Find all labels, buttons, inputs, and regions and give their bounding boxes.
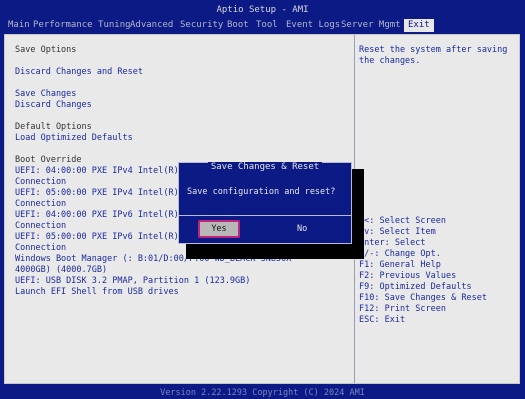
menu-tool[interactable]: Tool [256, 20, 278, 31]
menu-bar: Main Performance Tuning Advanced Securit… [0, 18, 525, 32]
key-help-f10: F10: Save Changes & Reset [359, 293, 487, 303]
section-heading: Save Options [15, 45, 77, 55]
menu-option[interactable]: 4000GB) (4000.7GB) [15, 265, 107, 276]
menu-option[interactable]: Discard Changes [15, 100, 92, 111]
menu-option[interactable]: Connection [15, 243, 66, 254]
dialog-title: Save Changes & Reset [179, 162, 351, 173]
section-heading: Boot Override [15, 155, 82, 165]
header-bar: Aptio Setup - AMI Main Performance Tunin… [0, 0, 525, 34]
key-help-select-item: ^v: Select Item [359, 227, 436, 237]
menu-option[interactable]: Load Optimized Defaults [15, 133, 133, 144]
key-help-f9: F9: Optimized Defaults [359, 282, 472, 292]
menu-performance-tuning[interactable]: Performance Tuning [33, 20, 131, 31]
key-help-f1: F1: General Help [359, 260, 441, 270]
menu-option[interactable]: Save Changes & Reset [15, 56, 117, 67]
menu-boot[interactable]: Boot [227, 20, 249, 31]
save-reset-dialog: Save Changes & Reset Save configuration … [178, 162, 352, 244]
dialog-separator [179, 215, 351, 216]
menu-option[interactable]: Discard Changes and Reset [15, 67, 143, 78]
section-heading: Default Options [15, 122, 92, 132]
no-button[interactable]: No [297, 224, 307, 235]
key-help-f12: F12: Print Screen [359, 304, 446, 314]
menu-advanced[interactable]: Advanced [130, 20, 173, 31]
key-help-select-screen: ><: Select Screen [359, 216, 446, 226]
menu-security[interactable]: Security [180, 20, 223, 31]
menu-event-logs[interactable]: Event Logs [286, 20, 340, 31]
menu-exit[interactable]: Exit [404, 19, 434, 32]
menu-option[interactable]: Save Changes [15, 89, 76, 100]
yes-button[interactable]: Yes [198, 220, 240, 238]
menu-server-mgmt[interactable]: Server Mgmt [341, 20, 401, 31]
menu-option[interactable]: Connection [15, 199, 66, 210]
dialog-title-text: Save Changes & Reset [207, 162, 323, 172]
menu-main[interactable]: Main [8, 20, 30, 31]
version-footer: Version 2.22.1293 Copyright (C) 2024 AMI [160, 388, 365, 398]
key-help-esc: ESC: Exit [359, 315, 406, 325]
menu-option[interactable]: UEFI: USB DISK 3.2 PMAP, Partition 1 (12… [15, 276, 250, 287]
key-help-enter: Enter: Select [359, 238, 426, 248]
app-title: Aptio Setup - AMI [216, 5, 309, 15]
menu-option[interactable]: Launch EFI Shell from USB drives [15, 287, 179, 298]
dialog-message: Save configuration and reset? [187, 187, 336, 197]
menu-option[interactable]: Connection [15, 177, 66, 188]
key-help-list: ><: Select Screen ^v: Select Item Enter:… [359, 216, 519, 326]
key-help-change-opt: +/-: Change Opt. [359, 249, 441, 259]
menu-option[interactable]: Connection [15, 221, 66, 232]
key-help-f2: F2: Previous Values [359, 271, 457, 281]
item-help-text: Reset the system after saving the change… [359, 45, 508, 66]
